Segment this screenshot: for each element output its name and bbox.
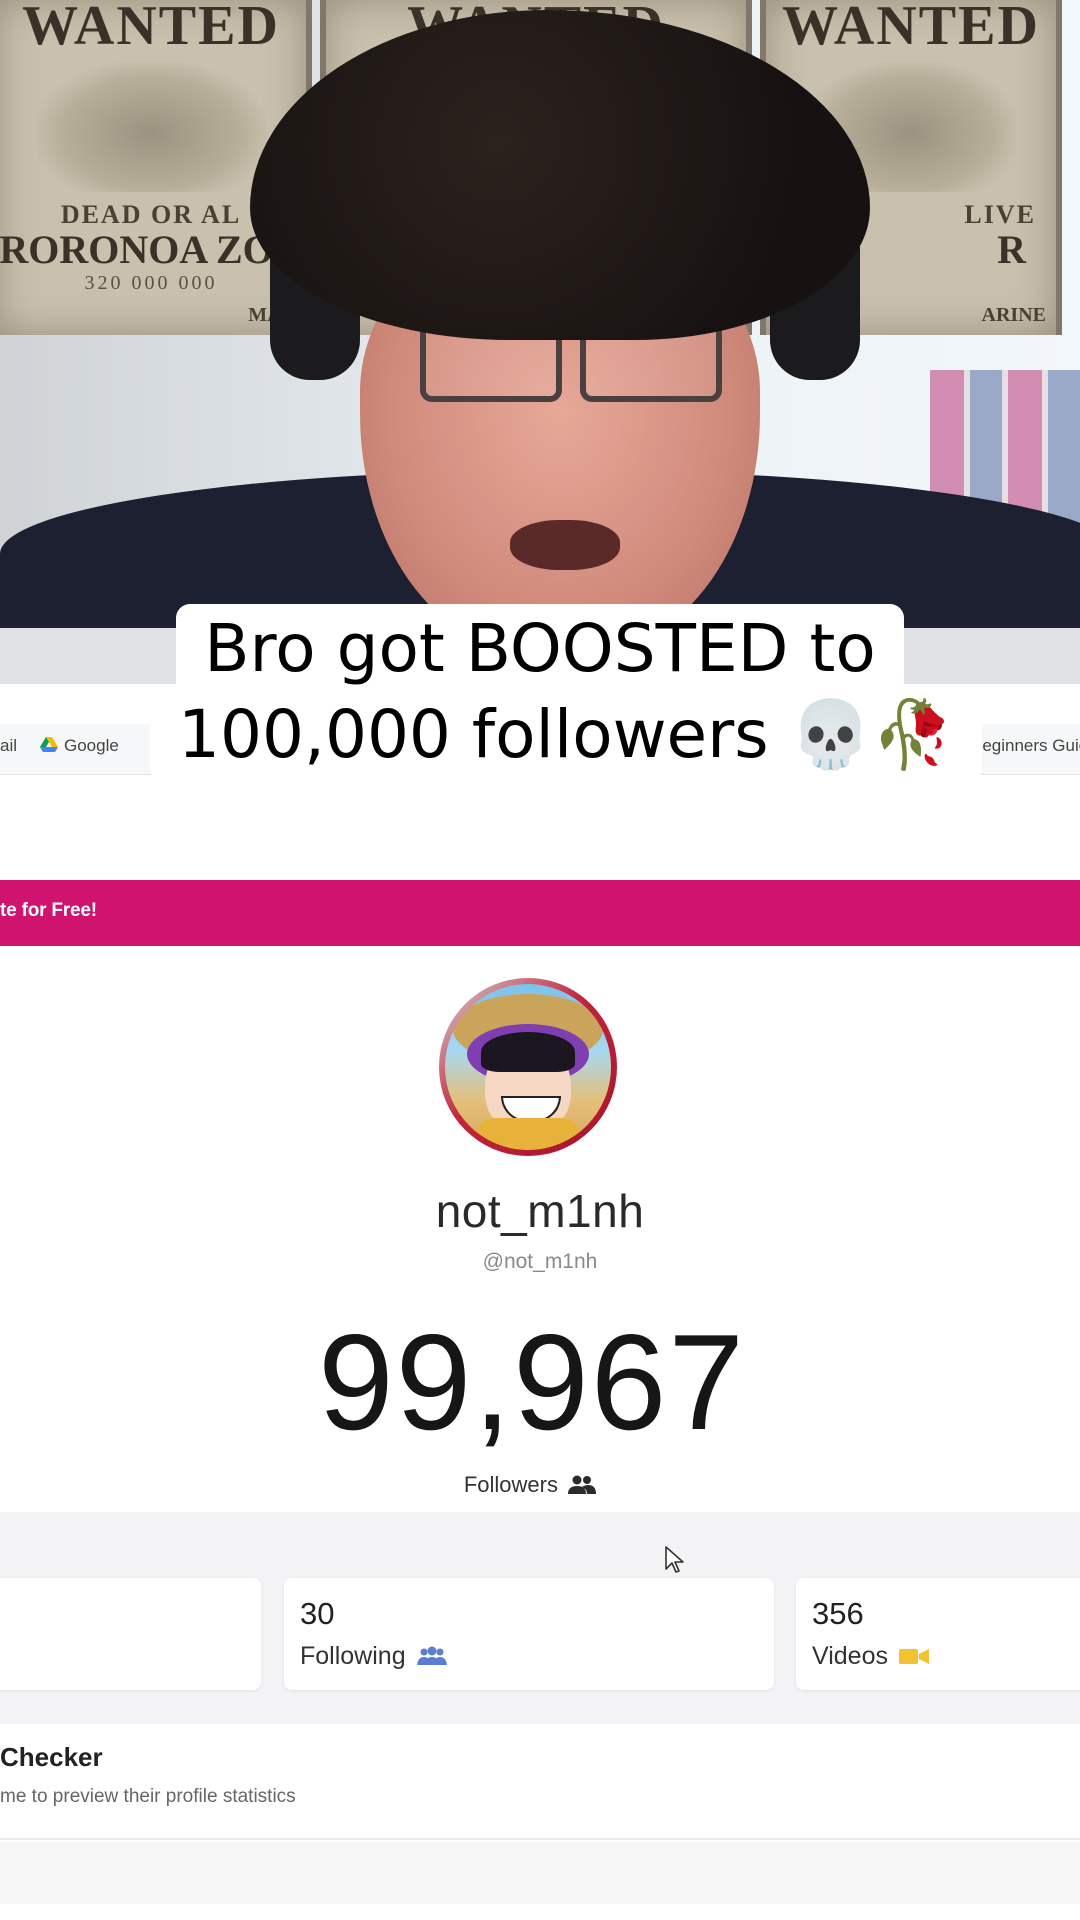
google-drive-icon (40, 737, 58, 753)
profile-handle: @not_m1nh (482, 1250, 598, 1273)
avatar-image (445, 984, 611, 1150)
following-label-text: Following (300, 1642, 406, 1670)
profile-display-name: not_m1nh (435, 1185, 645, 1237)
streamer (0, 10, 1080, 628)
profile-avatar[interactable] (439, 978, 617, 1156)
checker-subtitle: me to preview their profile statistics (0, 1786, 296, 1807)
video-caption: Bro got BOOSTED to 100,000 followers 💀🥀 (150, 604, 983, 782)
streamer-hair (250, 10, 870, 340)
screen-capture: ail Google Beginners Guid te for Free! n… (0, 628, 1080, 1920)
caption-line-1: Bro got BOOSTED to (176, 604, 904, 696)
caption-line-2: 100,000 followers 💀🥀 (150, 690, 983, 782)
mouth (510, 520, 620, 570)
webcam-feed: WANTED DEAD OR AL RORONOA ZOR 320 000 00… (0, 0, 1080, 628)
promo-text: te for Free! (0, 900, 97, 921)
following-label: Following (300, 1642, 447, 1671)
bookmark-mail[interactable]: ail (0, 736, 17, 756)
bookmark-google-label: Google (64, 736, 119, 755)
poster-portrait (36, 62, 266, 192)
stat-card-following: 30 Following (284, 1578, 774, 1690)
footer-area (0, 1842, 1080, 1904)
poster-footer: ARINE (981, 304, 1046, 326)
stat-card-likes (0, 1578, 261, 1690)
followers-count: 99,967 (318, 1306, 746, 1458)
section-divider (0, 1838, 1080, 1840)
following-icon (416, 1644, 447, 1665)
video-camera-icon (898, 1643, 929, 1664)
videos-label: Videos (812, 1642, 929, 1671)
checker-title: Checker (0, 1742, 103, 1772)
promo-banner[interactable]: te for Free! (0, 880, 1080, 946)
videos-count: 356 (812, 1596, 864, 1631)
following-count: 30 (300, 1596, 335, 1631)
videos-label-text: Videos (812, 1642, 888, 1670)
followers-label: Followers (0, 1472, 1060, 1498)
bookmark-google[interactable]: Google (40, 736, 119, 756)
stat-card-videos: 356 Videos (796, 1578, 1080, 1690)
followers-label-text: Followers (463, 1472, 558, 1497)
bookmark-beginners-guide[interactable]: Beginners Guid (971, 736, 1080, 756)
followers-icon (568, 1475, 597, 1495)
